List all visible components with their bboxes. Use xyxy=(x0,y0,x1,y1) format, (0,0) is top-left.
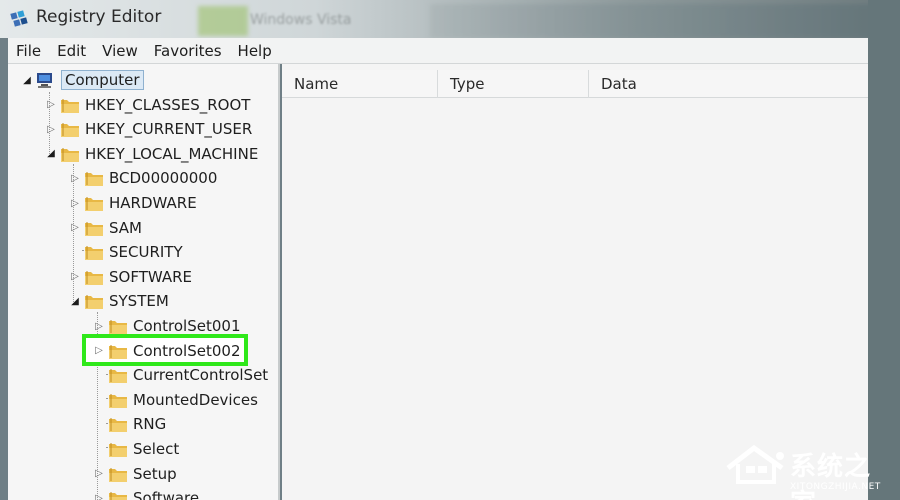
background-window xyxy=(430,4,900,38)
tree-item[interactable]: ▷ Setup xyxy=(94,462,177,486)
column-type[interactable]: Type xyxy=(438,70,589,98)
tree-item[interactable]: ▷ BCD00000000 xyxy=(70,166,217,190)
tree-item-label: MountedDevices xyxy=(133,390,258,409)
folder-icon xyxy=(109,393,127,408)
expand-arrow-icon[interactable]: ▷ xyxy=(94,493,104,500)
folder-icon xyxy=(109,492,127,500)
tree-item[interactable]: ▷ SOFTWARE xyxy=(70,265,192,289)
menu-edit[interactable]: Edit xyxy=(49,38,94,64)
expand-arrow-icon[interactable]: ▷ xyxy=(94,345,104,356)
tree-item[interactable]: ▷ Software xyxy=(94,486,199,500)
column-name[interactable]: Name xyxy=(282,70,438,98)
tree-item-label: Software xyxy=(133,489,200,500)
tree-item-label: SAM xyxy=(109,218,143,237)
watermark: 系统之家 XITONGZHIJIA.NET xyxy=(724,440,894,500)
expand-arrow-icon[interactable]: ▷ xyxy=(94,468,104,479)
background-window-tab xyxy=(198,6,248,36)
tree-item-label: HKEY_CURRENT_USER xyxy=(85,120,253,139)
tree-item[interactable]: ◢ SYSTEM xyxy=(70,289,169,313)
folder-icon xyxy=(85,295,103,310)
tree-item-label: Setup xyxy=(133,464,177,483)
title-bar: Registry Editor Windows Vista xyxy=(0,0,900,38)
tree-item[interactable]: SECURITY xyxy=(70,240,183,264)
folder-icon xyxy=(85,270,103,285)
folder-icon xyxy=(109,467,127,482)
folder-icon xyxy=(61,147,79,162)
expand-arrow-icon[interactable]: ▷ xyxy=(70,173,80,184)
values-pane[interactable]: Name Type Data xyxy=(282,64,868,500)
registry-editor-icon xyxy=(10,10,28,27)
collapse-arrow-icon[interactable]: ◢ xyxy=(70,296,80,307)
tree-item[interactable]: ◢ Computer xyxy=(22,68,144,92)
tree-item[interactable]: ▷ HARDWARE xyxy=(70,191,197,215)
expand-arrow-icon[interactable]: ▷ xyxy=(70,222,80,233)
menu-view[interactable]: View xyxy=(94,38,146,64)
tree-item-label: HARDWARE xyxy=(109,194,197,212)
folder-icon xyxy=(109,418,127,433)
folder-icon xyxy=(109,320,127,334)
menu-favorites[interactable]: Favorites xyxy=(146,38,230,64)
folder-icon xyxy=(85,172,103,187)
collapse-arrow-icon[interactable]: ◢ xyxy=(22,75,32,86)
tree-item[interactable]: MountedDevices xyxy=(94,388,258,412)
tree-item[interactable]: ▷ ControlSet001 xyxy=(94,314,240,338)
tree-item[interactable]: ▷ HKEY_CURRENT_USER xyxy=(46,117,252,141)
tree-item-label: RNG xyxy=(133,415,167,434)
collapse-arrow-icon[interactable]: ◢ xyxy=(46,148,56,159)
tree-item[interactable]: ◢ HKEY_LOCAL_MACHINE xyxy=(46,142,258,166)
expand-arrow-icon[interactable]: ▷ xyxy=(94,321,104,332)
tree-item[interactable]: ▷ HKEY_CLASSES_ROOT xyxy=(46,93,250,117)
window-title: Registry Editor xyxy=(36,7,162,27)
tree-item-label: ControlSet001 xyxy=(133,317,241,335)
tree-item-label: Computer xyxy=(61,70,144,90)
expand-arrow-icon[interactable]: ▷ xyxy=(46,124,56,135)
expand-arrow-icon[interactable]: ▷ xyxy=(46,99,56,110)
tree-item-label: SOFTWARE xyxy=(109,267,193,286)
folder-icon xyxy=(85,221,103,236)
window-edge xyxy=(868,0,900,500)
expand-arrow-icon[interactable]: ▷ xyxy=(70,198,80,209)
column-header: Name Type Data xyxy=(282,70,868,98)
folder-icon xyxy=(61,98,79,113)
tree-item-label: SYSTEM xyxy=(109,292,169,311)
folder-icon xyxy=(85,197,103,211)
folder-icon xyxy=(109,369,127,384)
tree-item-label: ControlSet002 xyxy=(133,341,241,360)
tree-item-label: HKEY_LOCAL_MACHINE xyxy=(85,144,259,163)
folder-icon xyxy=(85,246,103,261)
tree-item-label: BCD00000000 xyxy=(109,169,218,188)
tree-item-label: HKEY_CLASSES_ROOT xyxy=(85,95,251,114)
menu-file[interactable]: File xyxy=(8,38,49,64)
tree-item[interactable]: ▷ ControlSet002 xyxy=(94,339,240,363)
tree-item[interactable]: Select xyxy=(94,437,179,461)
menu-bar: File Edit View Favorites Help xyxy=(8,38,868,64)
tree-item-label: Select xyxy=(133,440,180,458)
watermark-url: XITONGZHIJIA.NET xyxy=(790,482,881,492)
folder-icon xyxy=(109,443,127,457)
tree-item-label: CurrentControlSet xyxy=(133,366,269,385)
tree-item[interactable]: ▷ SAM xyxy=(70,216,142,240)
tree-item-label: SECURITY xyxy=(109,243,183,262)
menu-help[interactable]: Help xyxy=(230,38,280,64)
house-logo-icon xyxy=(726,444,784,484)
tree-item[interactable]: CurrentControlSet xyxy=(94,363,268,387)
column-data[interactable]: Data xyxy=(589,70,868,98)
background-window-title: Windows Vista xyxy=(250,12,352,28)
folder-icon xyxy=(61,123,79,138)
expand-arrow-icon[interactable]: ▷ xyxy=(70,271,80,282)
computer-icon xyxy=(37,73,52,88)
tree-item[interactable]: RNG xyxy=(94,412,166,436)
folder-icon xyxy=(109,344,127,359)
